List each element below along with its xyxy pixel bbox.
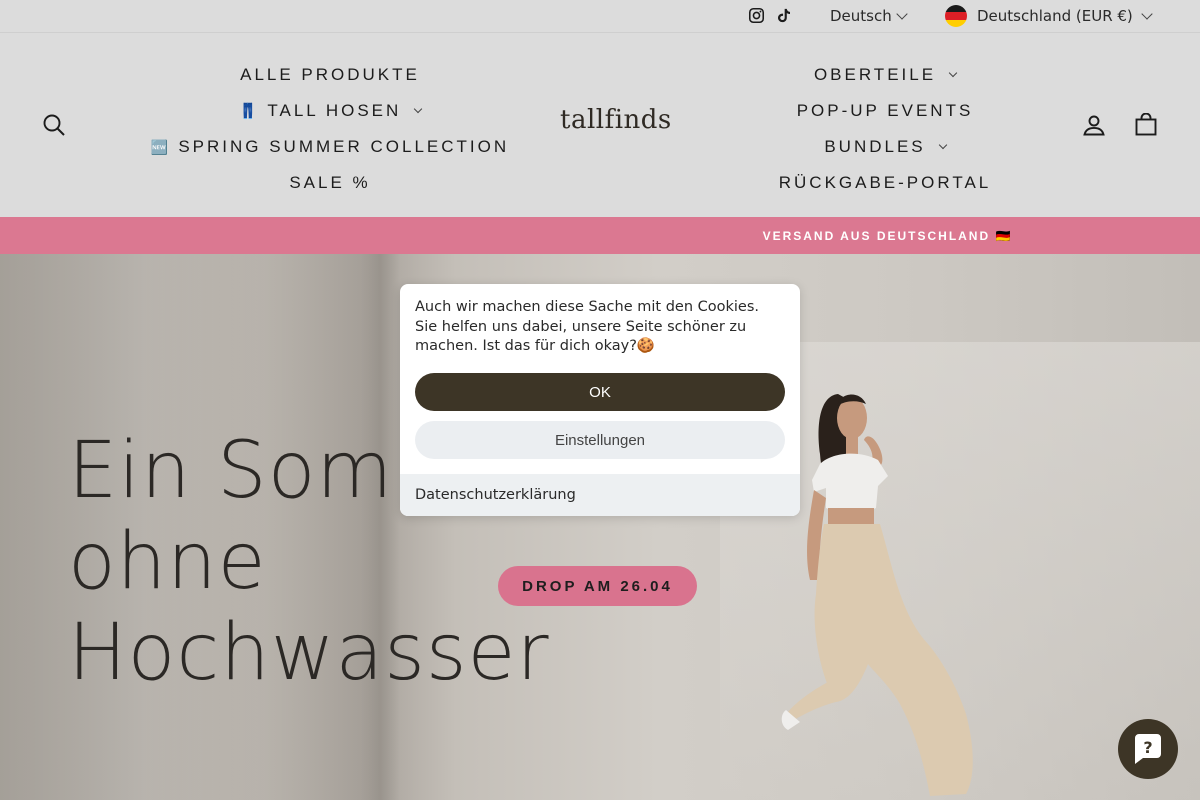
cookie-settings-button[interactable]: Einstellungen bbox=[415, 421, 785, 459]
country-selector[interactable]: Deutschland (EUR €) bbox=[945, 5, 1153, 27]
hero-title-line: Hochwasser bbox=[68, 608, 550, 698]
cart-icon[interactable] bbox=[1133, 112, 1159, 138]
svg-text:?: ? bbox=[1143, 738, 1152, 757]
nav-item-label: OBERTEILE bbox=[813, 65, 937, 84]
logo[interactable]: tallfinds bbox=[560, 105, 672, 135]
nav-item-label: BUNDLES bbox=[824, 137, 926, 156]
announcement-text: VERSAND AUS DEUTSCHLAND 🇩🇪 bbox=[762, 228, 1013, 243]
nav-item-label: SPRING SUMMER COLLECTION bbox=[178, 137, 510, 156]
nav-item-tall-hosen[interactable]: 👖 TALL HOSEN bbox=[238, 93, 423, 129]
account-icon[interactable] bbox=[1081, 112, 1107, 138]
chat-button[interactable]: ? bbox=[1118, 719, 1178, 779]
nav-item-label: TALL HOSEN bbox=[267, 101, 402, 120]
chevron-down-icon bbox=[414, 104, 423, 114]
nav-item-spring-summer[interactable]: 🆕 SPRING SUMMER COLLECTION bbox=[151, 129, 509, 165]
nav-item-bundles[interactable]: BUNDLES bbox=[824, 129, 947, 165]
jeans-emoji-icon: 👖 bbox=[238, 103, 258, 120]
drop-cta-button[interactable]: DROP AM 26.04 bbox=[498, 566, 697, 606]
chat-icon: ? bbox=[1135, 734, 1161, 764]
nav-item-pop-up-events[interactable]: POP-UP EVENTS bbox=[797, 93, 974, 129]
nav-item-oberteile[interactable]: OBERTEILE bbox=[813, 57, 958, 93]
germany-flag-icon bbox=[945, 5, 967, 27]
nav-left: ALLE PRODUKTE 👖 TALL HOSEN 🆕 SPRING SUMM… bbox=[130, 57, 530, 201]
chevron-down-icon bbox=[1141, 8, 1153, 20]
site-header: ALLE PRODUKTE 👖 TALL HOSEN 🆕 SPRING SUMM… bbox=[0, 33, 1200, 217]
chevron-down-icon bbox=[948, 68, 958, 78]
country-label: Deutschland (EUR €) bbox=[977, 7, 1133, 25]
instagram-icon[interactable] bbox=[747, 6, 765, 24]
cookie-ok-button[interactable]: OK bbox=[415, 373, 785, 411]
nav-item-sale[interactable]: SALE % bbox=[289, 165, 370, 201]
nav-item-label: ALLE PRODUKTE bbox=[240, 65, 420, 84]
nav-item-label: POP-UP EVENTS bbox=[796, 101, 974, 120]
nav-item-label: RÜCKGABE-PORTAL bbox=[778, 173, 992, 192]
cookie-footer: Datenschutzerklärung bbox=[400, 474, 800, 516]
cookie-message: Auch wir machen diese Sache mit den Cook… bbox=[415, 299, 759, 354]
language-label: Deutsch bbox=[830, 7, 892, 25]
search-icon[interactable] bbox=[41, 112, 67, 138]
privacy-policy-link[interactable]: Datenschutzerklärung bbox=[415, 487, 576, 503]
announcement-bar: VERSAND AUS DEUTSCHLAND 🇩🇪 bbox=[0, 217, 1200, 254]
new-emoji-icon: 🆕 bbox=[150, 138, 169, 155]
social-links bbox=[747, 6, 793, 24]
utility-bar: Deutsch Deutschland (EUR €) bbox=[0, 0, 1200, 33]
chevron-down-icon bbox=[938, 140, 947, 150]
hero-title-line: ohne bbox=[68, 517, 267, 607]
hero-model-image bbox=[781, 394, 973, 796]
chevron-down-icon bbox=[896, 8, 908, 20]
nav-item-alle-produkte[interactable]: ALLE PRODUKTE bbox=[240, 57, 420, 93]
nav-item-label: SALE % bbox=[289, 173, 371, 192]
nav-right: OBERTEILE POP-UP EVENTS BUNDLES RÜCKGABE… bbox=[735, 57, 1035, 201]
tiktok-icon[interactable] bbox=[775, 6, 793, 24]
cookie-consent-dialog: Auch wir machen diese Sache mit den Cook… bbox=[400, 284, 800, 516]
language-selector[interactable]: Deutsch bbox=[830, 7, 908, 25]
nav-item-rueckgabe-portal[interactable]: RÜCKGABE-PORTAL bbox=[779, 165, 992, 201]
